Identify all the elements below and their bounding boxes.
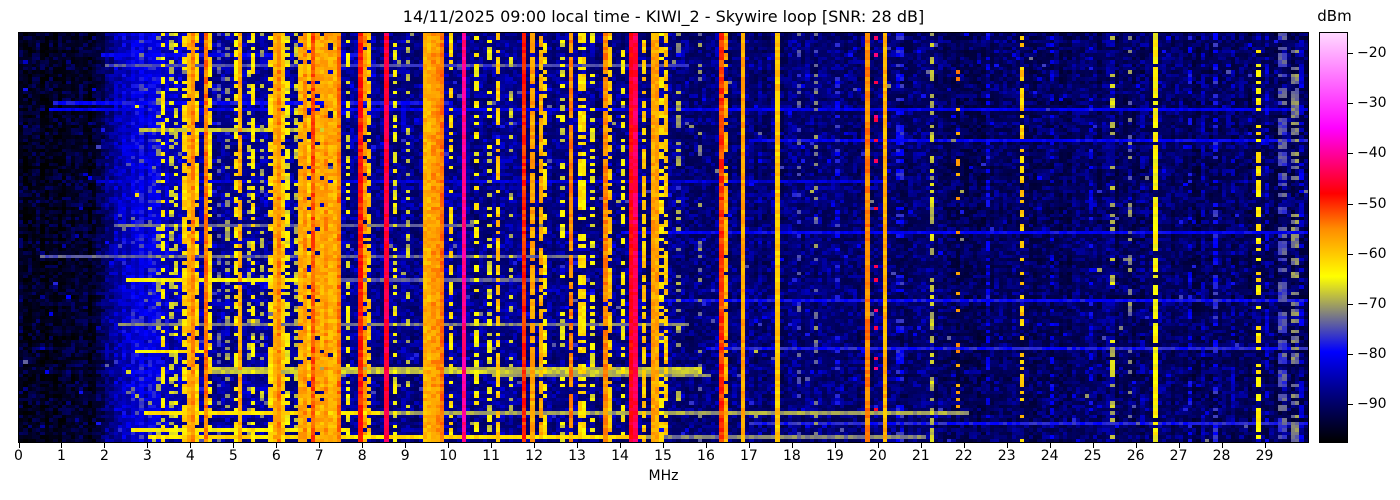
colorbar-tick-mark — [1348, 153, 1353, 155]
x-tick-mark — [147, 443, 149, 448]
colorbar-tick-label: −60 — [1357, 245, 1387, 262]
x-tick-mark — [534, 443, 536, 448]
x-tick-mark — [620, 443, 622, 448]
x-tick-label: 29 — [1255, 448, 1274, 464]
x-tick-mark — [1049, 443, 1051, 448]
colorbar-gradient — [1320, 33, 1347, 442]
x-tick-label: 0 — [14, 448, 23, 464]
x-tick-mark — [448, 443, 450, 448]
x-tick-label: 9 — [400, 448, 410, 464]
x-tick-label: 24 — [1040, 448, 1059, 464]
x-tick-mark — [1178, 443, 1180, 448]
colorbar — [1319, 32, 1348, 443]
x-tick-label: 20 — [868, 448, 887, 464]
x-tick-mark — [1264, 443, 1266, 448]
x-tick-label: 3 — [142, 448, 152, 464]
colorbar-tick-mark — [1348, 53, 1353, 55]
x-tick-mark — [405, 443, 407, 448]
x-tick-mark — [233, 443, 235, 448]
x-tick-mark — [491, 443, 493, 448]
x-tick-label: 8 — [357, 448, 367, 464]
x-tick-label: 19 — [825, 448, 844, 464]
x-tick-label: 6 — [271, 448, 281, 464]
x-axis-label: MHz — [648, 468, 679, 484]
x-tick-label: 13 — [568, 448, 586, 464]
x-tick-label: 11 — [482, 448, 501, 464]
x-tick-label: 2 — [99, 448, 109, 464]
x-tick-mark — [362, 443, 364, 448]
x-tick-mark — [791, 443, 793, 448]
colorbar-tick-mark — [1348, 303, 1353, 305]
x-tick-label: 21 — [911, 448, 930, 464]
x-tick-mark — [663, 443, 664, 448]
spectrogram-canvas — [19, 33, 1308, 442]
colorbar-label: dBm — [1317, 7, 1352, 25]
colorbar-tick-label: −90 — [1357, 396, 1387, 413]
x-tick-mark — [963, 443, 965, 448]
waterfall-figure: 14/11/2025 09:00 local time - KIWI_2 - S… — [0, 0, 1400, 500]
x-tick-mark — [61, 443, 63, 448]
x-tick-mark — [319, 443, 321, 448]
x-tick-mark — [705, 443, 707, 448]
x-tick-label: 18 — [782, 448, 801, 464]
colorbar-tick-mark — [1348, 354, 1353, 356]
colorbar-tick-label: −30 — [1357, 95, 1387, 112]
x-tick-label: 1 — [56, 448, 66, 464]
x-tick-label: 27 — [1169, 448, 1188, 464]
x-tick-label: 26 — [1126, 448, 1145, 464]
x-tick-mark — [1221, 443, 1223, 448]
x-tick-label: 16 — [697, 448, 715, 464]
x-tick-mark — [1135, 443, 1137, 448]
x-tick-mark — [1092, 443, 1094, 448]
x-tick-label: 12 — [525, 448, 543, 464]
x-tick-label: 17 — [740, 448, 758, 464]
x-tick-label: 15 — [654, 448, 672, 464]
x-tick-mark — [920, 443, 922, 448]
x-tick-mark — [190, 443, 192, 448]
x-tick-mark — [577, 443, 579, 448]
x-tick-label: 28 — [1212, 448, 1231, 464]
x-tick-mark — [276, 443, 278, 448]
colorbar-tick-label: −40 — [1357, 145, 1387, 162]
colorbar-tick-mark — [1348, 253, 1353, 255]
colorbar-tick-label: −20 — [1357, 45, 1387, 62]
x-tick-mark — [104, 443, 106, 448]
colorbar-tick-label: −80 — [1357, 346, 1387, 363]
colorbar-tick-mark — [1348, 203, 1353, 205]
x-tick-label: 5 — [228, 448, 238, 464]
x-tick-label: 14 — [611, 448, 629, 464]
x-tick-label: 25 — [1083, 448, 1102, 464]
x-tick-mark — [877, 443, 879, 448]
x-tick-label: 23 — [997, 448, 1016, 464]
colorbar-tick-label: −50 — [1357, 195, 1387, 212]
colorbar-tick-mark — [1348, 103, 1353, 105]
colorbar-tick-label: −70 — [1357, 295, 1387, 312]
x-tick-label: 4 — [185, 448, 195, 464]
plot-title: 14/11/2025 09:00 local time - KIWI_2 - S… — [402, 7, 925, 26]
x-tick-label: 7 — [314, 448, 324, 464]
spectrogram-plot-area — [18, 32, 1309, 443]
colorbar-tick-mark — [1348, 404, 1353, 406]
x-tick-label: 22 — [954, 448, 973, 464]
x-tick-label: 10 — [439, 448, 458, 464]
x-tick-mark — [1006, 443, 1008, 448]
x-tick-mark — [18, 443, 20, 448]
x-tick-mark — [834, 443, 836, 448]
x-tick-mark — [748, 443, 750, 448]
